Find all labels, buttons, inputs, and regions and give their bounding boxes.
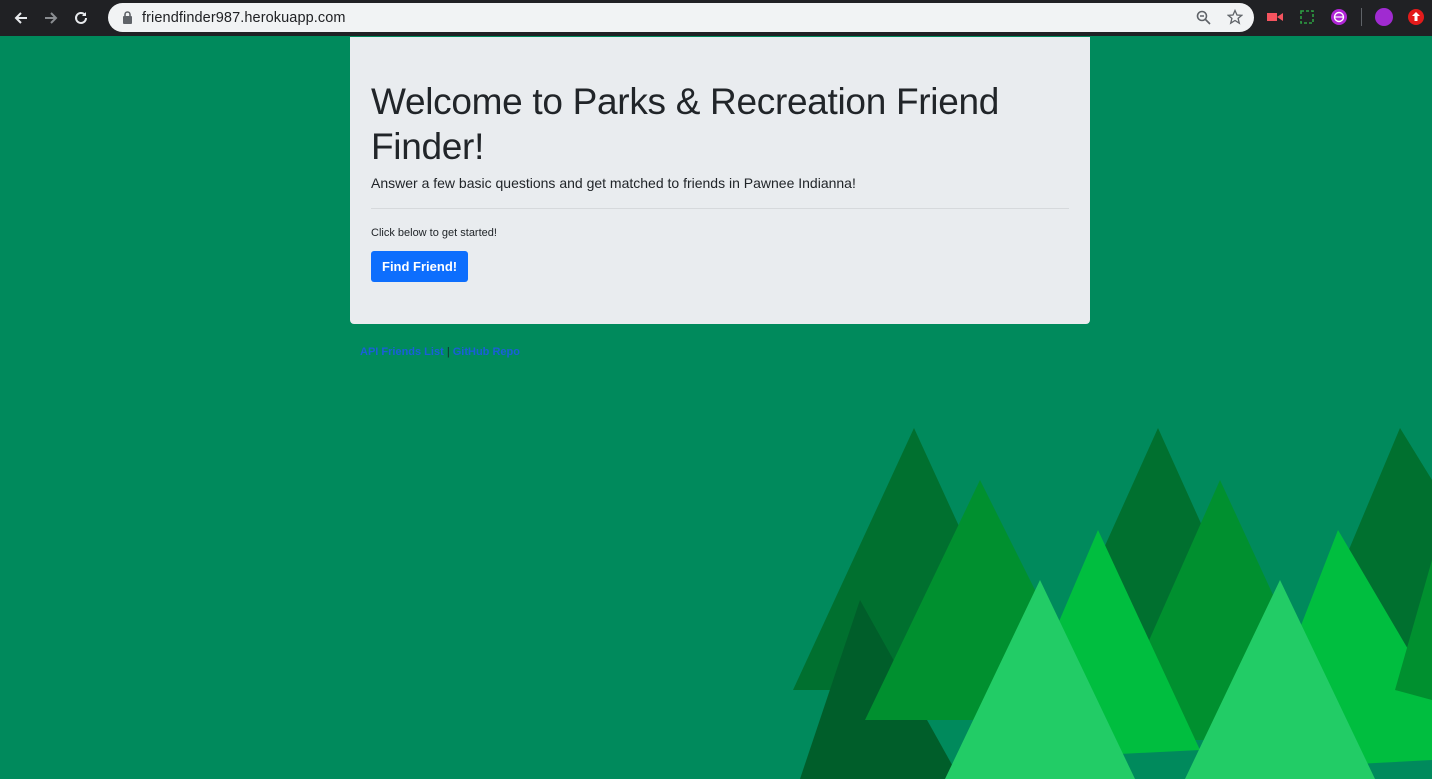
lead-text: Answer a few basic questions and get mat… [371,175,856,191]
toolbar-separator [1361,8,1362,26]
divider [371,208,1069,209]
extension-globe-icon[interactable] [1329,7,1349,27]
url-text: friendfinder987.herokuapp.com [142,9,346,26]
api-friends-list-link[interactable]: API Friends List [360,346,444,358]
forward-arrow-icon[interactable] [38,5,64,31]
extension-video-icon[interactable] [1265,7,1285,27]
profile-avatar[interactable] [1374,7,1394,27]
footer-links: API Friends List | GitHub Repo [360,346,520,358]
browser-toolbar: friendfinder987.herokuapp.com [0,0,1432,36]
reload-icon[interactable] [68,5,94,31]
welcome-panel: Welcome to Parks & Recreation Friend Fin… [350,37,1090,324]
page-title: Welcome to Parks & Recreation Friend Fin… [371,81,1000,167]
link-separator: | [446,346,450,358]
get-started-text: Click below to get started! [371,227,497,239]
update-arrow-icon[interactable] [1406,7,1426,27]
zoom-icon[interactable] [1194,8,1212,26]
extension-screenshot-icon[interactable] [1297,7,1317,27]
address-bar[interactable]: friendfinder987.herokuapp.com [108,3,1254,32]
bookmark-star-icon[interactable] [1226,8,1244,26]
github-repo-link[interactable]: GitHub Repo [453,346,520,358]
lock-icon [120,11,134,25]
find-friend-button[interactable]: Find Friend! [371,251,469,282]
back-arrow-icon[interactable] [8,5,34,31]
